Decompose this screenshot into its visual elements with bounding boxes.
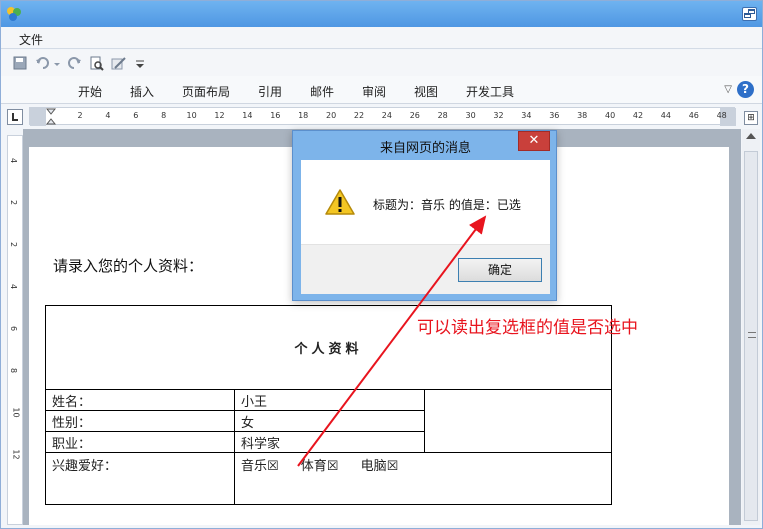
- tab-selector[interactable]: [7, 109, 23, 125]
- computer-checkbox[interactable]: 电脑☒: [361, 459, 399, 474]
- ruler-number: 42: [632, 111, 644, 120]
- menu-bar: 文件: [1, 27, 762, 49]
- ruler-number: 44: [660, 111, 671, 120]
- ruler-number: 48: [716, 111, 727, 120]
- gender-label: 性别：: [45, 410, 235, 432]
- title-bar: [1, 1, 762, 27]
- horizontal-ruler[interactable]: 2 4 6 8 10 12 14 16 18 20 22 24 26 28 30 32 34 36 38 40 42 44…: [29, 107, 736, 126]
- draw-table-icon[interactable]: [111, 56, 126, 71]
- gender-field[interactable]: 女: [234, 410, 425, 432]
- tab-mailings[interactable]: 邮件: [310, 83, 334, 100]
- ruler-number: 20: [326, 111, 337, 120]
- ruler-number: 24: [381, 111, 392, 120]
- undo-icon[interactable]: [35, 56, 50, 71]
- app-logo-icon: [7, 7, 21, 21]
- prompt-text: 请录入您的个人资料：: [53, 257, 204, 275]
- message-dialog: 来自网页的消息 ✕ 标题为：音乐 的值是：已选 确定: [292, 130, 557, 301]
- sports-checkbox[interactable]: 体育☒: [301, 459, 339, 474]
- vertical-ruler[interactable]: 4 2 2 4 6 8 10 12: [7, 135, 23, 525]
- ruler-number: 4: [9, 283, 19, 290]
- restore-window-button[interactable]: [742, 7, 757, 21]
- tab-insert[interactable]: 插入: [130, 83, 154, 100]
- ruler-number: 22: [353, 111, 365, 120]
- ruler-number: 6: [133, 111, 139, 120]
- scroll-up-icon[interactable]: [746, 133, 756, 139]
- ruler-number: 2: [9, 241, 19, 248]
- quick-access-toolbar: [1, 50, 762, 76]
- ruler-number: 2: [9, 199, 19, 206]
- ruler-number: 6: [9, 325, 19, 332]
- collapse-ribbon-icon[interactable]: ▽: [724, 84, 732, 95]
- customize-toolbar-icon[interactable]: [135, 56, 145, 71]
- tab-developer[interactable]: 开发工具: [466, 83, 514, 100]
- music-checkbox[interactable]: 音乐☒: [241, 459, 279, 474]
- name-field[interactable]: 小王: [234, 389, 425, 411]
- ruler-number: 10: [11, 407, 21, 418]
- occupation-field[interactable]: 科学家: [234, 431, 425, 453]
- view-ruler-icon[interactable]: ⊞: [744, 111, 758, 125]
- ruler-number: 14: [242, 111, 253, 120]
- scroll-thumb[interactable]: [744, 151, 758, 521]
- ribbon-tab-bar: 开始 插入 页面布局 引用 邮件 审阅 视图 开发工具 ▽ ?: [1, 76, 762, 104]
- ruler-number: 18: [298, 111, 309, 120]
- annotation-text: 可以读出复选框的值是否选中: [417, 318, 638, 338]
- ruler-number: 30: [465, 111, 476, 120]
- tab-view[interactable]: 视图: [414, 83, 438, 100]
- save-icon[interactable]: [13, 56, 28, 71]
- table-row: 兴趣爱好： 音乐☒ 体育☒ 电脑☒: [45, 452, 612, 505]
- ruler-number: 46: [688, 111, 699, 120]
- tab-home[interactable]: 开始: [78, 83, 102, 100]
- ruler-number: 26: [409, 111, 420, 120]
- undo-dropdown-icon[interactable]: [53, 56, 61, 71]
- print-preview-icon[interactable]: [89, 56, 104, 71]
- ruler-number: 12: [214, 111, 225, 120]
- occupation-label: 职业：: [45, 431, 235, 453]
- scroll-grip-icon: [748, 332, 756, 338]
- ruler-number: 8: [9, 367, 19, 374]
- help-icon[interactable]: ?: [737, 81, 754, 98]
- dialog-message: 标题为：音乐 的值是：已选: [373, 198, 521, 212]
- dialog-close-button[interactable]: ✕: [518, 131, 550, 151]
- tab-page-layout[interactable]: 页面布局: [182, 83, 230, 100]
- ruler-number: 12: [11, 449, 21, 460]
- word-window: 文件 开始 插入 页面布局 引用 邮件 审阅 视图 开发工具 ▽ ? 2 4 6…: [0, 0, 763, 529]
- tab-references[interactable]: 引用: [258, 83, 282, 100]
- dialog-footer: 确定: [301, 244, 550, 294]
- menu-file[interactable]: 文件: [19, 31, 43, 48]
- name-label: 姓名：: [45, 389, 235, 411]
- ruler-number: 32: [493, 111, 504, 120]
- ruler-number: 16: [270, 111, 281, 120]
- ruler-number: 10: [186, 111, 197, 120]
- ruler-number: 2: [77, 111, 83, 120]
- dialog-body: 标题为：音乐 的值是：已选 确定: [301, 160, 550, 294]
- ruler-number: 28: [437, 111, 448, 120]
- ruler-number: 40: [605, 111, 616, 120]
- vertical-scrollbar[interactable]: [742, 129, 760, 525]
- table-row: 姓名： 小王: [45, 389, 612, 453]
- ruler-number: 38: [577, 111, 588, 120]
- redo-icon[interactable]: [67, 56, 82, 71]
- hobby-label: 兴趣爱好：: [45, 452, 235, 505]
- ruler-number: 34: [521, 111, 532, 120]
- ruler-number: 4: [105, 111, 111, 120]
- warning-icon: [325, 189, 355, 215]
- tab-review[interactable]: 审阅: [362, 83, 386, 100]
- ruler-number: 36: [549, 111, 560, 120]
- hobby-cell: 音乐☒ 体育☒ 电脑☒: [234, 452, 612, 505]
- ruler-number: 8: [161, 111, 167, 120]
- ok-button[interactable]: 确定: [458, 258, 542, 282]
- ruler-number: 4: [9, 157, 19, 164]
- photo-cell: [424, 389, 612, 453]
